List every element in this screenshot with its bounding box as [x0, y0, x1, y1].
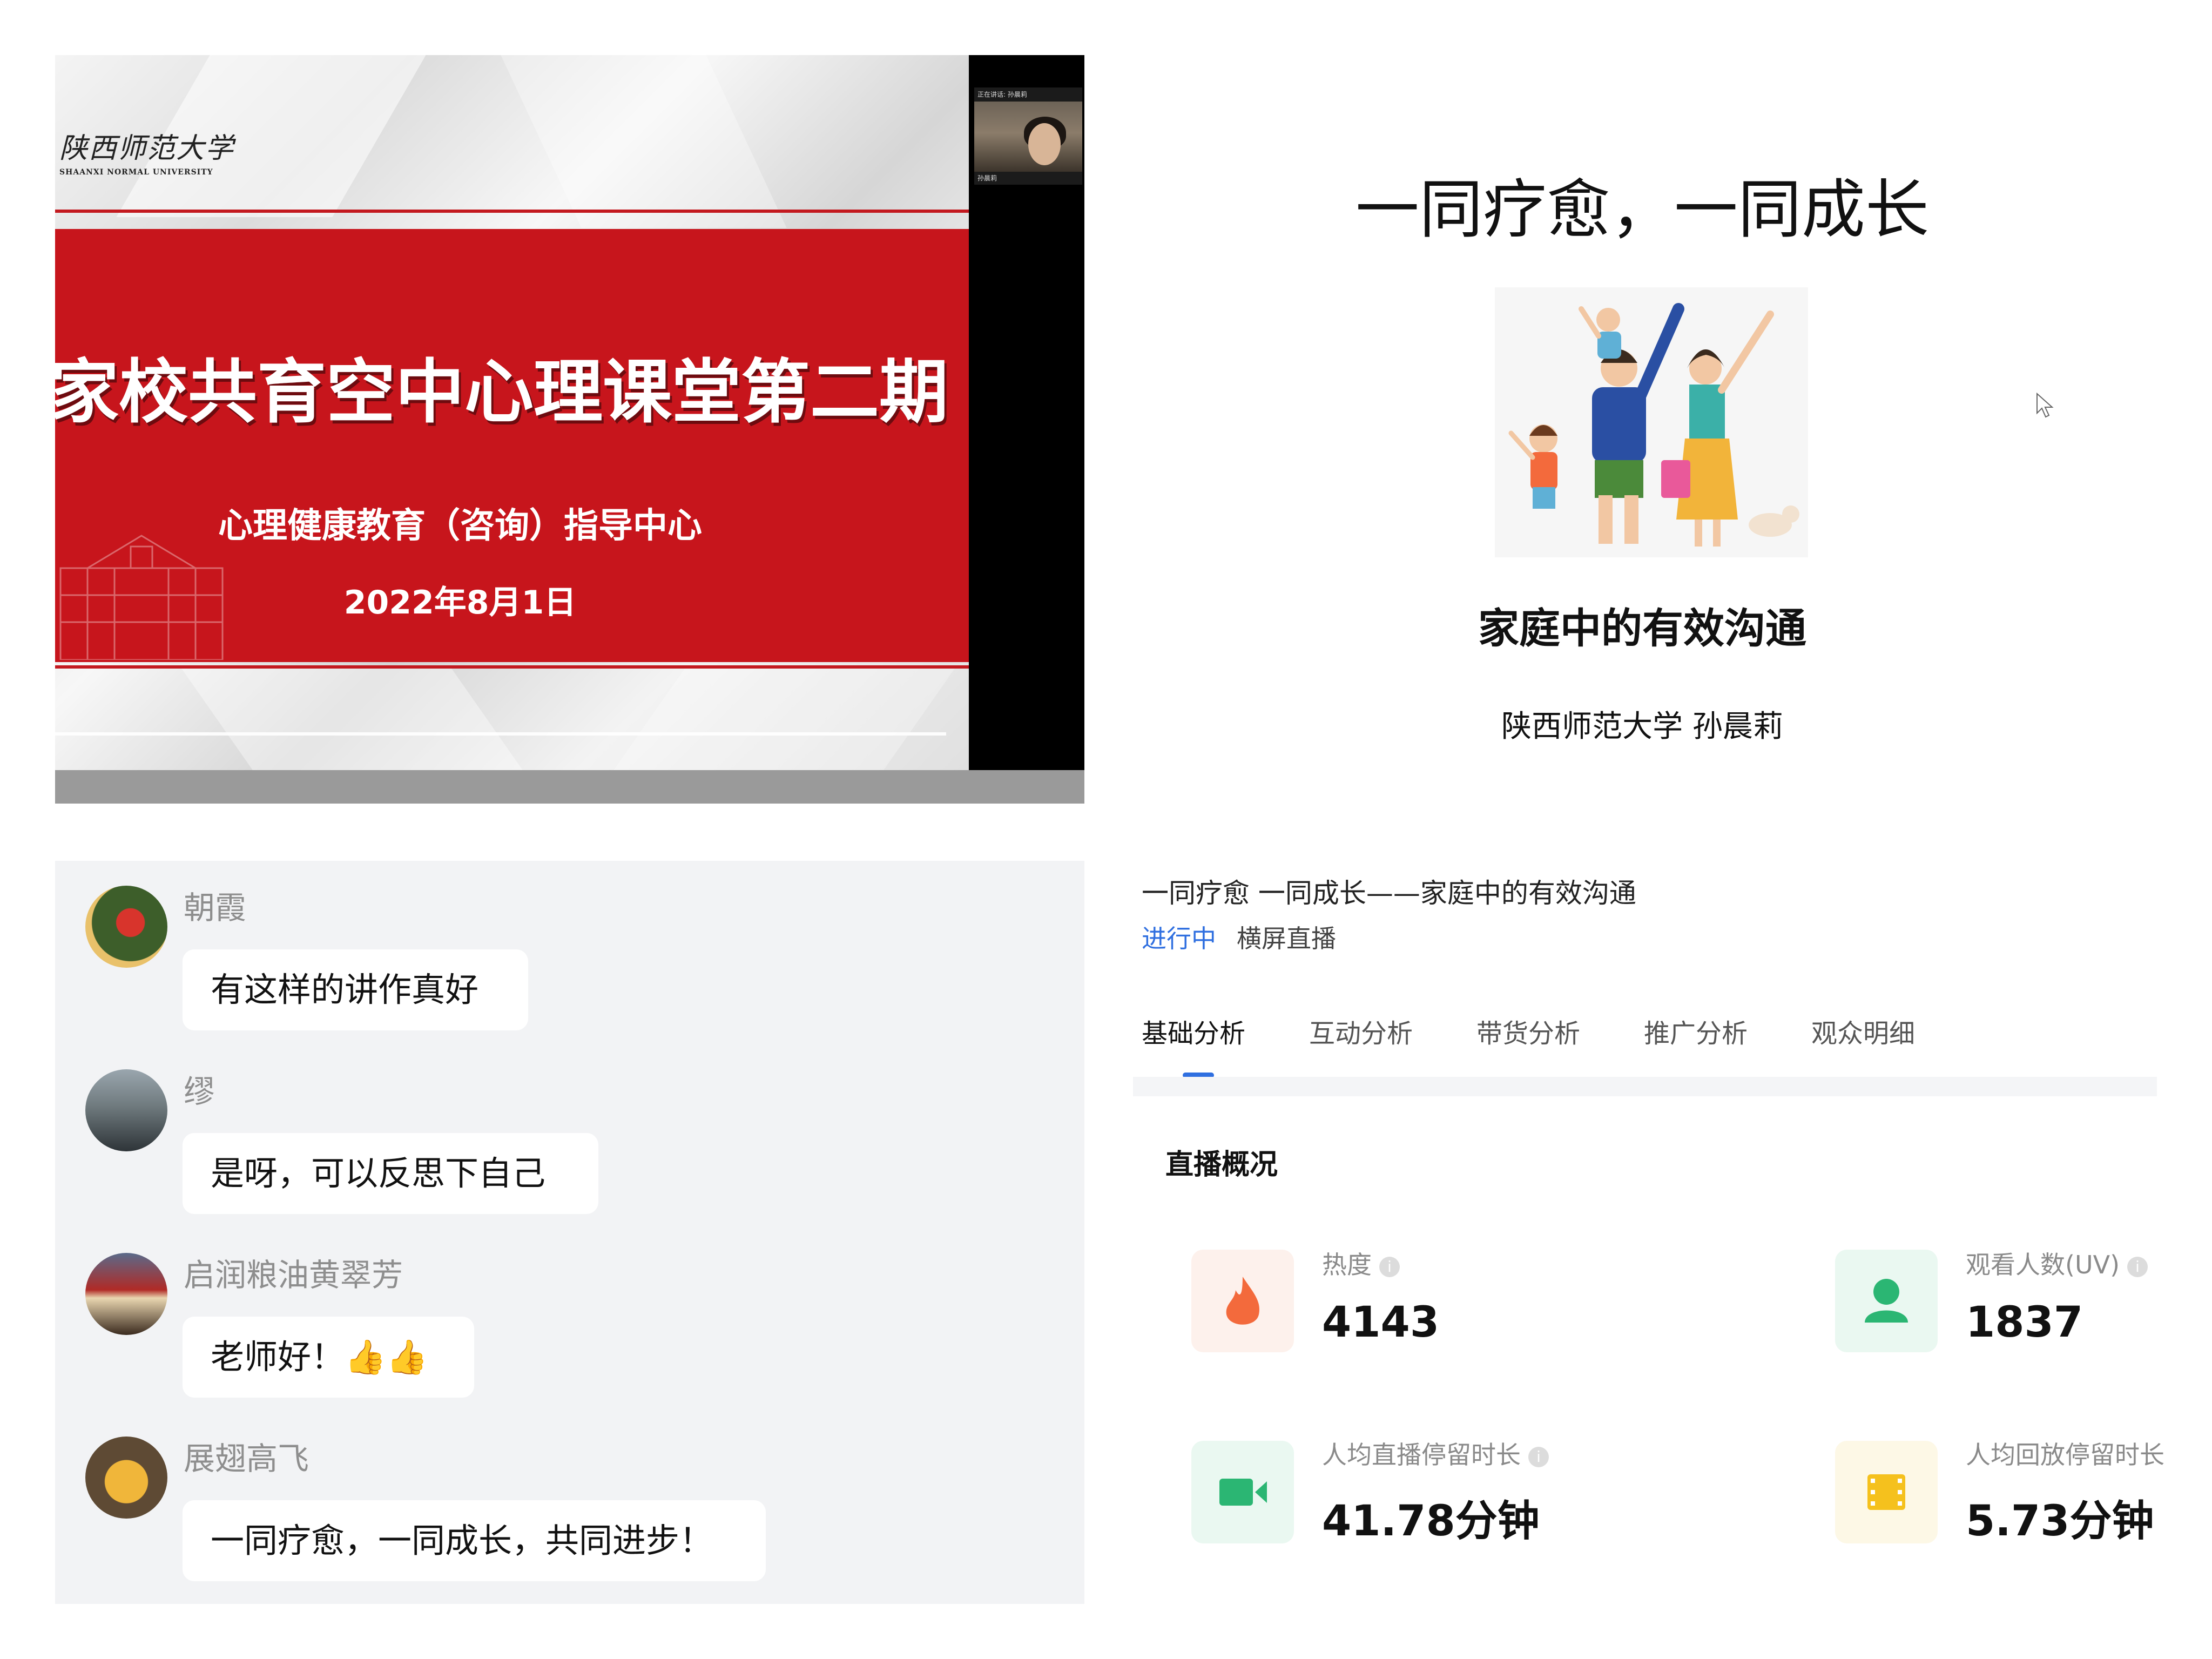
lecture-slide-panel: 陕西师范大学 SHAANXI NORMAL UNIVERSITY 家校共育空中心… — [55, 55, 1084, 804]
logo-chinese: 陕西师范大学 — [59, 132, 235, 165]
chat-bubble: 有这样的讲作真好 — [183, 949, 528, 1030]
live-status-badge: 进行中 — [1142, 924, 1216, 953]
metric-value: 1837 — [1966, 1298, 2083, 1347]
logo-english: SHAANXI NORMAL UNIVERSITY — [59, 168, 213, 177]
avatar[interactable] — [85, 886, 167, 968]
speaker-video-thumbnail[interactable]: 正在讲话: 孙晨莉 孙晨莉 — [974, 87, 1082, 185]
section-divider — [1133, 1077, 2157, 1096]
film-icon — [1867, 1474, 1905, 1510]
info-icon[interactable]: i — [2127, 1256, 2148, 1277]
metric-value: 41.78分钟 — [1322, 1497, 1540, 1546]
chat-username: 展翅高飞 — [184, 1440, 309, 1477]
live-analytics-panel: 一同疗愈 一同成长——家庭中的有效沟通 进行中 横屏直播 基础分析 互动分析 带… — [1128, 861, 2164, 1604]
info-icon[interactable]: i — [1379, 1256, 1400, 1277]
metric-value: 4143 — [1322, 1298, 1440, 1347]
chat-username: 朝霞 — [184, 889, 247, 926]
chat-message: 朝霞 有这样的讲作真好 — [55, 861, 1084, 1034]
live-title: 一同疗愈 一同成长——家庭中的有效沟通 — [1142, 878, 1636, 909]
metric-value: 5.73分钟 — [1966, 1497, 2154, 1546]
family-illustration — [1495, 287, 1808, 557]
metric-label: 人均直播停留时长 i — [1322, 1435, 1549, 1471]
tab-audience-detail[interactable]: 观众明细 — [1811, 1012, 1915, 1050]
cover-author: 陕西师范大学 孙晨莉 — [1501, 709, 1783, 744]
player-bottom-bar — [55, 770, 1084, 804]
metric-label: 人均回放停留时长 — [1966, 1440, 2164, 1469]
metric-icon-box — [1835, 1441, 1938, 1543]
slide-title: 家校共育空中心理课堂第二期 — [55, 352, 949, 433]
speaking-indicator: 正在讲话: 孙晨莉 — [974, 87, 1082, 102]
slide-canvas: 陕西师范大学 SHAANXI NORMAL UNIVERSITY 家校共育空中心… — [55, 55, 969, 770]
chat-username: 缪 — [184, 1073, 215, 1110]
tab-sales-analysis[interactable]: 带货分析 — [1476, 1012, 1580, 1050]
cover-title: 一同疗愈，一同成长 — [1355, 172, 1929, 247]
metric-label: 热度 i — [1322, 1245, 1400, 1281]
video-camera-icon — [1219, 1479, 1267, 1506]
cover-subtitle: 家庭中的有效沟通 — [1478, 604, 1806, 652]
chat-message: 缪 是呀，可以反思下自己 — [55, 1044, 1084, 1217]
metric-icon-box — [1191, 1441, 1294, 1543]
slide-subtitle: 心理健康教育（咨询）指导中心 — [218, 506, 702, 546]
red-divider-bottom — [55, 665, 969, 669]
cover-slide-panel: 一同疗愈，一同成长 家庭中的有效沟通 陕西师范大学 孙晨莉 — [1128, 55, 2157, 804]
university-logo: 陕西师范大学 SHAANXI NORMAL UNIVERSITY — [59, 125, 238, 177]
metric-icon-box — [1835, 1250, 1938, 1352]
tab-promotion-analysis[interactable]: 推广分析 — [1644, 1012, 1748, 1050]
chat-bubble: 老师好！👍👍 — [183, 1317, 474, 1398]
red-divider-top — [55, 210, 969, 213]
chat-bubble: 是呀，可以反思下自己 — [183, 1133, 598, 1214]
live-mode: 横屏直播 — [1237, 924, 1336, 953]
metric-icon-box — [1191, 1250, 1294, 1352]
tab-basic-analysis[interactable]: 基础分析 — [1142, 1012, 1245, 1050]
metric-label: 观看人数(UV) i — [1966, 1245, 2148, 1281]
avatar[interactable] — [85, 1253, 167, 1335]
slide-date: 2022年8月1日 — [343, 584, 577, 622]
analytics-tabs: 基础分析 互动分析 带货分析 推广分析 观众明细 — [1142, 1012, 2157, 1050]
mouse-cursor-icon — [2036, 393, 2054, 418]
chat-bubble: 一同疗愈，一同成长，共同进步！ — [183, 1500, 766, 1581]
avatar[interactable] — [85, 1069, 167, 1151]
avatar[interactable] — [85, 1437, 167, 1519]
chat-panel: 朝霞 有这样的讲作真好 缪 是呀，可以反思下自己 启润粮油黄翠芳 老师好！👍👍 … — [55, 861, 1084, 1604]
chat-message: 启润粮油黄翠芳 老师好！👍👍 — [55, 1228, 1084, 1401]
info-icon[interactable]: i — [1528, 1446, 1549, 1467]
camera-scene — [974, 102, 1082, 172]
tab-interaction-analysis[interactable]: 互动分析 — [1309, 1012, 1413, 1050]
flame-icon — [1226, 1277, 1259, 1325]
chat-message: 展翅高飞 一同疗愈，一同成长，共同进步！ — [55, 1412, 1084, 1584]
slide-progress-line — [55, 732, 946, 736]
section-title: 直播概况 — [1165, 1149, 1278, 1181]
user-icon — [1865, 1279, 1908, 1323]
speaker-name: 孙晨莉 — [974, 172, 1082, 185]
chat-username: 启润粮油黄翠芳 — [184, 1257, 403, 1293]
